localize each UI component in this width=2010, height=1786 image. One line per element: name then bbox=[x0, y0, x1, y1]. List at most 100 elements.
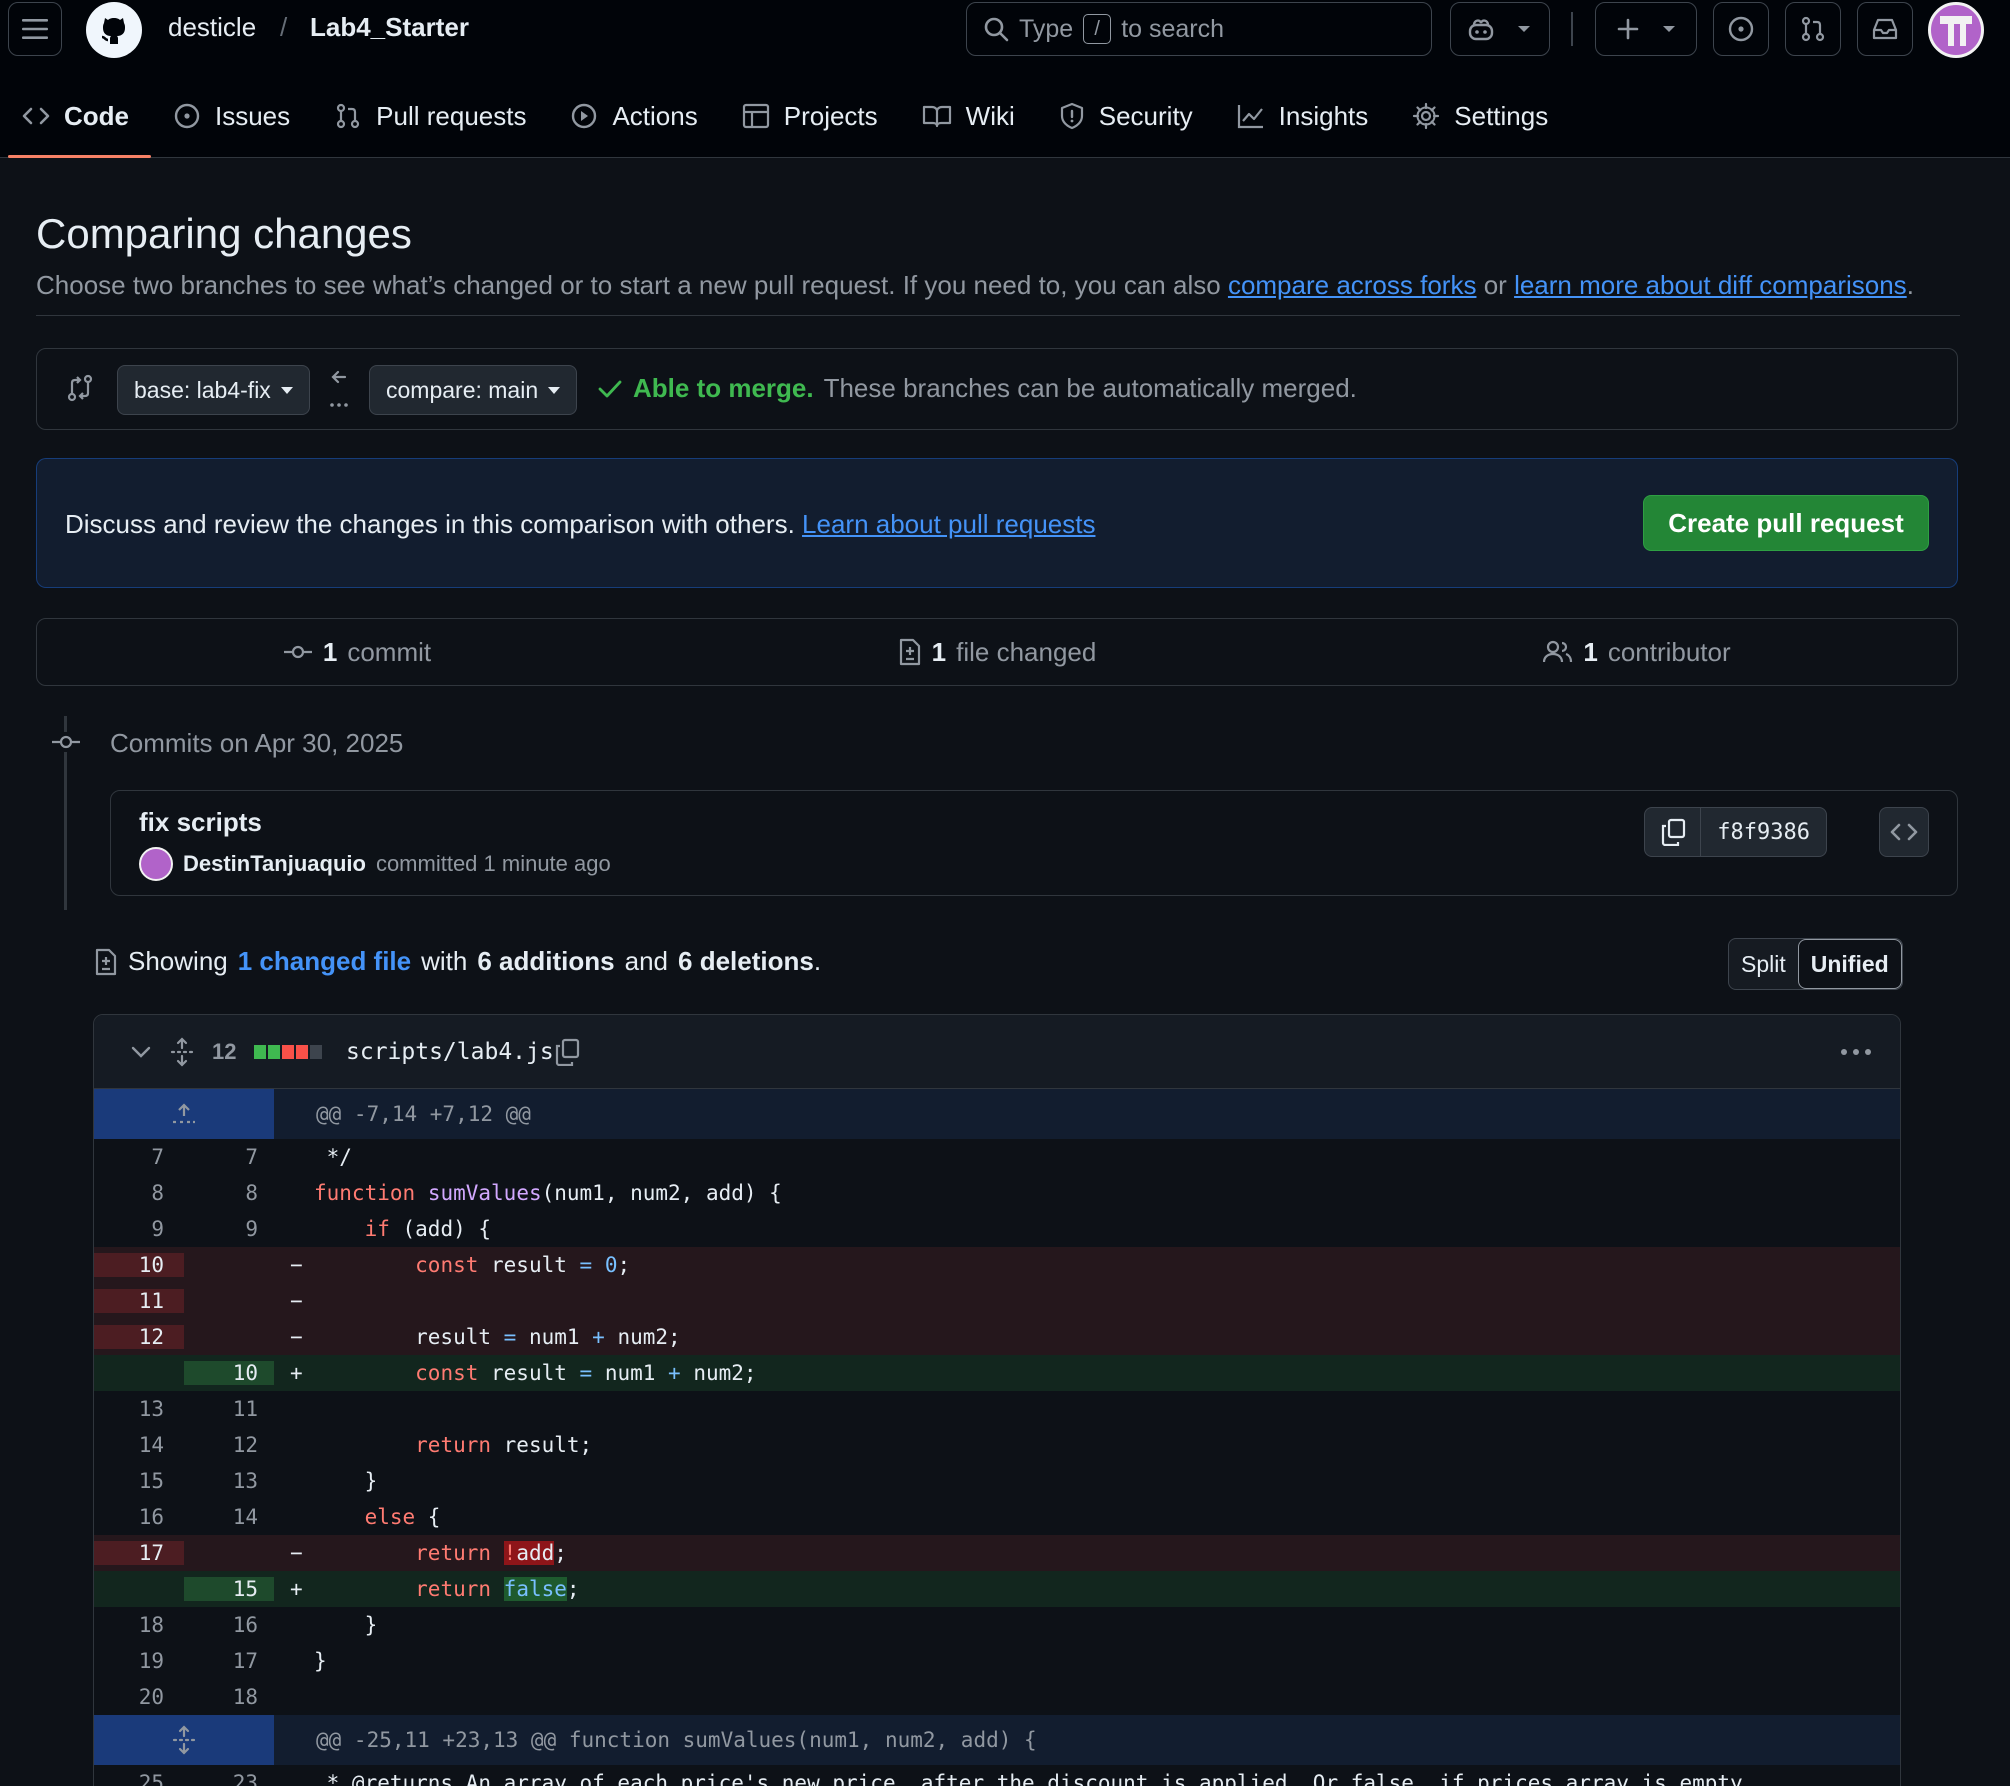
copy-icon bbox=[1661, 818, 1685, 846]
learn-pr-link[interactable]: Learn about pull requests bbox=[802, 509, 1095, 539]
path-separator: / bbox=[280, 12, 288, 42]
discuss-text: Discuss and review the changes in this c… bbox=[65, 509, 1095, 540]
base-branch-select[interactable]: base: lab4-fix bbox=[117, 365, 310, 415]
compare-branch-select[interactable]: compare: main bbox=[369, 365, 578, 415]
expand-both-button[interactable] bbox=[94, 1715, 274, 1765]
commit-icon bbox=[283, 645, 312, 659]
contributors-count: 1 bbox=[1583, 636, 1598, 667]
base-branch-label: base: lab4-fix bbox=[134, 376, 271, 403]
people-icon bbox=[1543, 640, 1573, 663]
pull-request-icon bbox=[1801, 16, 1825, 42]
files-count: 1 bbox=[931, 636, 947, 667]
commit-sha-link[interactable]: f8f9386 bbox=[1701, 820, 1826, 845]
commits-label: commit bbox=[347, 636, 432, 667]
create-new-button[interactable] bbox=[1595, 2, 1697, 56]
copy-sha-button[interactable] bbox=[1645, 808, 1702, 856]
compare-branch-label: compare: main bbox=[386, 376, 539, 403]
file-change-count: 12 bbox=[212, 1038, 237, 1064]
additions-count: 6 additions bbox=[477, 946, 615, 976]
files-stat[interactable]: 1 file changed bbox=[677, 619, 1317, 685]
contributors-stat[interactable]: 1 contributor bbox=[1317, 619, 1957, 685]
hunk-header: @@ -7,14 +7,12 @@ bbox=[94, 1089, 1900, 1139]
commit-author-link[interactable]: DestinTanjuaquio bbox=[183, 851, 366, 877]
diff-line: 25 23 * @returns An array of each price's… bbox=[94, 1765, 1900, 1786]
repo-name-link[interactable]: Lab4_Starter bbox=[310, 12, 469, 43]
split-view-button[interactable]: Split bbox=[1729, 939, 1798, 989]
expand-up-button[interactable] bbox=[94, 1089, 274, 1139]
check-icon bbox=[598, 380, 622, 397]
author-avatar[interactable] bbox=[139, 847, 173, 881]
diff-line-deleted: 10− const result = 0; bbox=[94, 1247, 1900, 1283]
hunk-text: @@ -7,14 +7,12 @@ bbox=[316, 1102, 531, 1126]
inbox-button[interactable] bbox=[1857, 2, 1913, 56]
merge-status: Able to merge. These branches can be aut… bbox=[597, 373, 1357, 404]
tab-actions[interactable]: Actions bbox=[548, 90, 719, 142]
compare-icon bbox=[67, 374, 93, 402]
line-number-old: 25 bbox=[138, 1771, 164, 1786]
diffstat-block bbox=[282, 1045, 294, 1059]
issue-icon bbox=[174, 103, 200, 129]
summary-prefix: Showing bbox=[128, 946, 228, 976]
tab-pull-requests[interactable]: Pull requests bbox=[312, 90, 548, 142]
repo-owner-link[interactable]: desticle bbox=[168, 12, 256, 43]
summary-end: . bbox=[813, 946, 822, 976]
diffstat-block bbox=[310, 1045, 322, 1059]
user-avatar[interactable] bbox=[1928, 2, 1984, 58]
tab-label: Actions bbox=[612, 100, 698, 131]
summary-with: with bbox=[421, 946, 468, 976]
shield-icon bbox=[1060, 102, 1083, 130]
subtitle-end: . bbox=[1906, 270, 1914, 300]
create-pull-request-button[interactable]: Create pull request bbox=[1643, 495, 1929, 551]
menu-button[interactable] bbox=[8, 2, 62, 56]
file-header: 12 scripts/lab4.js bbox=[94, 1015, 1900, 1089]
subtitle-text: Choose two branches to see what’s change… bbox=[36, 270, 1221, 300]
commit-icon bbox=[50, 732, 82, 752]
code-icon bbox=[1890, 823, 1918, 841]
subtitle-or: or bbox=[1483, 270, 1507, 300]
tab-label: Issues bbox=[215, 100, 291, 131]
unfold-icon[interactable] bbox=[170, 1036, 194, 1067]
compare-forks-link[interactable]: compare across forks bbox=[1228, 270, 1477, 300]
tab-code[interactable]: Code bbox=[0, 90, 151, 158]
copy-icon[interactable] bbox=[554, 1038, 580, 1066]
diff-line: 16 14 else { bbox=[138, 1505, 441, 1529]
browse-repo-button[interactable] bbox=[1879, 807, 1929, 857]
pull-request-icon bbox=[337, 103, 360, 129]
file-diff-icon bbox=[899, 638, 920, 666]
tab-insights[interactable]: Insights bbox=[1215, 90, 1391, 142]
commit-item: fix scripts DestinTanjuaquio committed 1… bbox=[110, 790, 1958, 896]
tab-wiki[interactable]: Wiki bbox=[900, 90, 1037, 142]
file-diff-icon bbox=[95, 948, 117, 975]
commits-stat[interactable]: 1 commit bbox=[37, 619, 677, 685]
learn-diff-link[interactable]: learn more about diff comparisons bbox=[1514, 270, 1907, 300]
diff-summary: Showing 1 changed file with 6 additions … bbox=[94, 946, 821, 977]
code-icon bbox=[22, 107, 50, 125]
diff-line-deleted: 12− result = num1 + num2; bbox=[94, 1319, 1900, 1355]
chevron-down-icon[interactable] bbox=[130, 1045, 152, 1059]
play-icon bbox=[572, 103, 597, 129]
tab-projects[interactable]: Projects bbox=[720, 90, 900, 142]
diff-line: 18 16 } bbox=[138, 1613, 378, 1637]
diff-line: 15 13 } bbox=[138, 1469, 378, 1493]
diff-line-deleted: 17− return !add; bbox=[94, 1535, 1900, 1571]
search-icon bbox=[984, 17, 1009, 42]
kebab-horizontal-icon[interactable] bbox=[1840, 1048, 1872, 1056]
chevron-down-icon bbox=[1663, 26, 1675, 32]
pull-requests-button[interactable] bbox=[1785, 2, 1841, 56]
tab-issues[interactable]: Issues bbox=[151, 90, 312, 142]
chevron-down-icon bbox=[548, 386, 561, 394]
github-logo-icon[interactable] bbox=[86, 2, 142, 58]
copilot-button[interactable] bbox=[1450, 2, 1550, 56]
diffstat-block bbox=[268, 1045, 280, 1059]
tab-settings[interactable]: Settings bbox=[1390, 90, 1570, 142]
issues-button[interactable] bbox=[1713, 2, 1769, 56]
tab-security[interactable]: Security bbox=[1037, 90, 1215, 142]
commits-count: 1 bbox=[322, 636, 338, 667]
file-name-link[interactable]: scripts/lab4.js bbox=[346, 1039, 554, 1065]
unified-view-button[interactable]: Unified bbox=[1797, 939, 1902, 989]
changed-files-link[interactable]: 1 changed file bbox=[238, 946, 411, 977]
search-input[interactable]: Type / to search bbox=[966, 2, 1432, 56]
summary-and: and bbox=[624, 946, 669, 976]
diff-line: 99 if (add) { bbox=[151, 1217, 492, 1241]
commit-title-link[interactable]: fix scripts bbox=[139, 807, 262, 838]
